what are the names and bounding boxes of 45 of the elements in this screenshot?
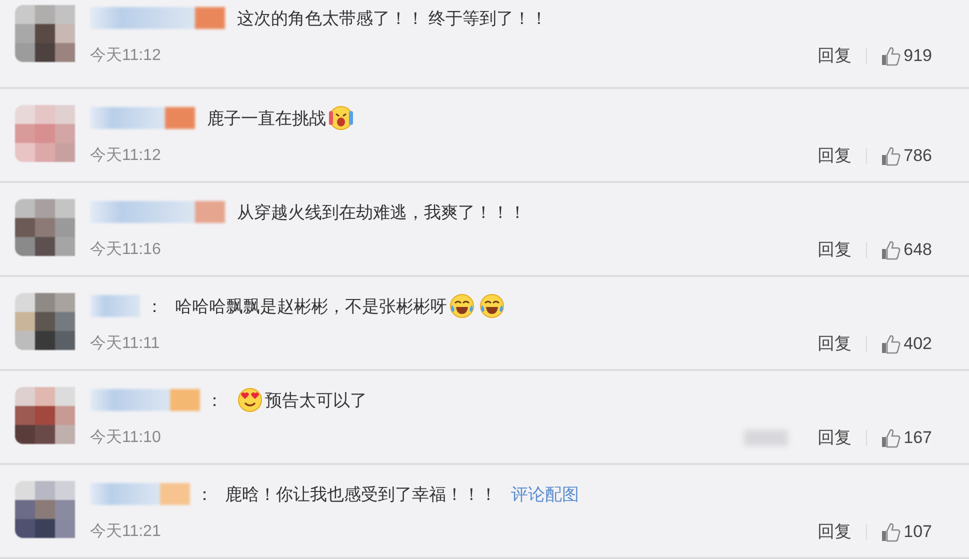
- heart-eyes-face-icon: [237, 387, 263, 413]
- blurred-username: [90, 295, 140, 317]
- comment-text: 这次的角色太带感了！！ 终于等到了！！: [237, 8, 548, 30]
- thumbs-up-icon: [880, 428, 901, 448]
- avatar-placeholder: [15, 481, 75, 538]
- colon: ：: [196, 484, 213, 506]
- avatar-placeholder: [15, 293, 75, 350]
- comment-text: 从穿越火线到在劫难逃，我爽了！！！: [237, 202, 526, 224]
- thumbs-up-icon: [880, 46, 901, 66]
- like-button[interactable]: 107: [880, 522, 932, 542]
- like-button[interactable]: 167: [880, 428, 932, 448]
- colon: ：: [206, 390, 223, 412]
- thumbs-up-icon: [880, 334, 901, 354]
- thumbs-up-icon: [880, 522, 901, 542]
- thumbs-up-icon: [880, 240, 901, 260]
- comment-text: 鹿晗！你让我也感受到了幸福！！！: [225, 484, 497, 506]
- like-button[interactable]: 786: [880, 146, 932, 166]
- comment-time: 今天11:12: [90, 46, 161, 66]
- laughing-tears-face-icon: [479, 293, 505, 319]
- like-button[interactable]: 648: [880, 240, 932, 260]
- comment-text: 鹿子一直在挑战: [207, 108, 326, 130]
- reply-link[interactable]: 回复: [818, 332, 852, 355]
- blurred-mark: [744, 430, 788, 446]
- comment-time: 今天11:21: [90, 522, 161, 542]
- comment-time: 今天11:10: [90, 428, 161, 448]
- like-button[interactable]: 402: [880, 334, 932, 354]
- comment-text: 预告太可以了: [265, 390, 367, 412]
- reply-link[interactable]: 回复: [818, 426, 852, 449]
- reply-link[interactable]: 回复: [818, 144, 852, 167]
- comment-time: 今天11:16: [90, 240, 161, 260]
- comment-text: 哈哈哈飘飘是赵彬彬，不是张彬彬呀: [175, 296, 447, 318]
- avatar-placeholder: [15, 199, 75, 256]
- reply-link[interactable]: 回复: [818, 238, 852, 261]
- laughing-tears-face-icon: [449, 293, 475, 319]
- like-button[interactable]: 919: [880, 46, 932, 66]
- avatar-placeholder: [15, 5, 75, 62]
- avatar-placeholder: [15, 105, 75, 162]
- screaming-face-icon: [328, 105, 354, 131]
- reply-link[interactable]: 回复: [818, 44, 852, 67]
- comment-time: 今天11:11: [90, 334, 160, 354]
- thumbs-up-icon: [880, 146, 901, 166]
- avatar-placeholder: [15, 387, 75, 444]
- colon: ：: [146, 296, 163, 318]
- reply-link[interactable]: 回复: [818, 520, 852, 543]
- comment-time: 今天11:12: [90, 146, 161, 166]
